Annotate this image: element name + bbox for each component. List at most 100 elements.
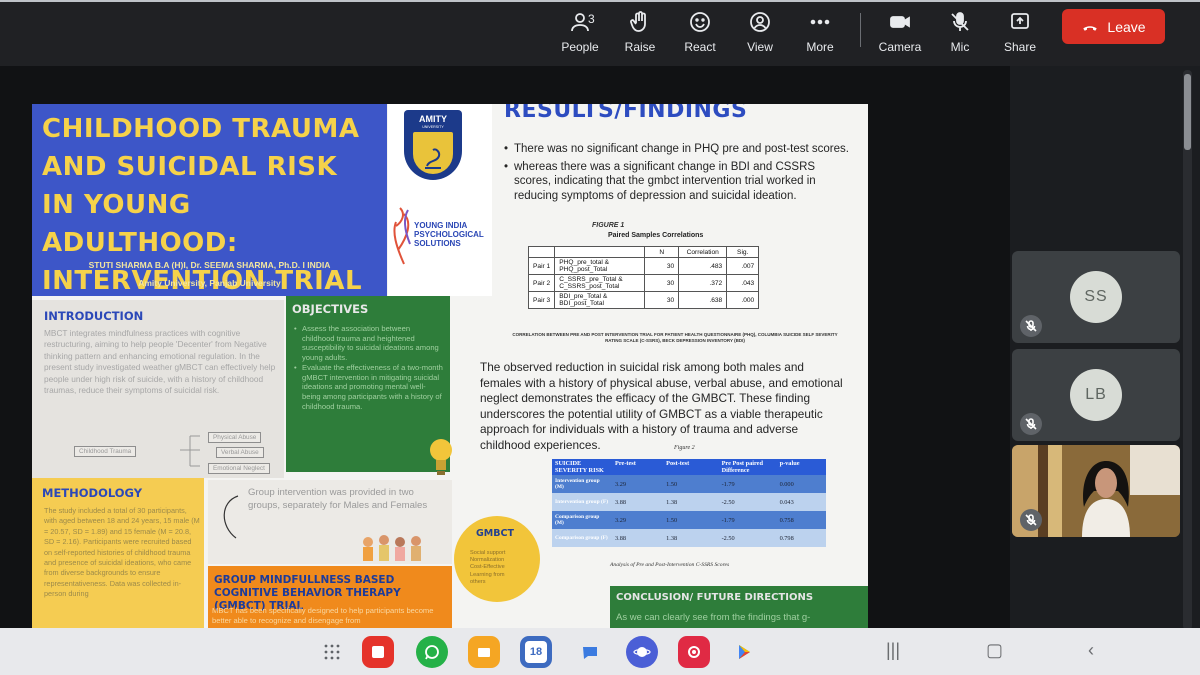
notes-icon (372, 646, 384, 658)
play-store-icon (739, 645, 750, 659)
app-drawer-button[interactable] (316, 636, 348, 668)
planet-icon (633, 647, 651, 657)
table-cell: 3.29 (612, 511, 664, 529)
table-header-row: N Correlation Sig. (527, 246, 760, 258)
view-icon (750, 12, 770, 32)
table-row: Intervention group (M) 3.29 1.50 -1.79 0… (552, 475, 826, 493)
scrollbar[interactable] (1183, 70, 1192, 630)
calendar-icon: 18 (525, 641, 547, 663)
people-button[interactable]: 3 People (550, 10, 610, 60)
table-header-cell (527, 246, 556, 258)
list-item: Learning from (470, 571, 505, 578)
figure2-note: Analysis of Pre and Post-Intervention C-… (610, 562, 730, 568)
taskbar-dock: 18 ||| ▢ ‹ (0, 628, 1200, 675)
view-button[interactable]: View (730, 10, 790, 60)
top-edge (0, 0, 1200, 2)
mic-off-icon (1025, 418, 1037, 430)
findings-paragraph: The observed reduction in suicidal risk … (480, 360, 843, 452)
table-header-cell: Pre-test (612, 459, 664, 475)
participant-tile[interactable]: SS (1012, 251, 1180, 343)
camera-button[interactable]: Camera (870, 10, 930, 60)
table-cell: .638 (678, 291, 728, 309)
participant-avatar: LB (1070, 369, 1122, 421)
results-bullet: whereas there was a significant change i… (504, 160, 849, 204)
shared-screen: CHILDHOOD TRAUMA AND SUICIDAL RISK IN YO… (0, 66, 1010, 628)
introduction-heading: INTRODUCTION (44, 309, 144, 323)
whatsapp-icon (425, 645, 439, 660)
table-row: Comparison group (F) 3.88 1.38 -2.50 0.7… (552, 529, 826, 547)
participant-video-tile[interactable] (1012, 445, 1180, 537)
raise-hand-button[interactable]: Raise (610, 10, 670, 60)
table-header-cell: SUICIDE SEVERITY RISK (552, 459, 612, 475)
table-header-row: SUICIDE SEVERITY RISK Pre-test Post-test… (552, 459, 826, 475)
react-label: React (684, 40, 716, 54)
poster-slide: CHILDHOOD TRAUMA AND SUICIDAL RISK IN YO… (32, 104, 868, 628)
group-people-illustration (363, 535, 421, 561)
mic-button[interactable]: Mic (930, 10, 990, 60)
camera-app[interactable] (678, 636, 710, 668)
list-item: Assess the association between childhood… (294, 324, 444, 363)
objectives-heading: OBJECTIVES (292, 302, 369, 316)
objectives-section: OBJECTIVES Assess the association betwee… (286, 296, 450, 472)
table-cell: -1.79 (718, 475, 777, 493)
curved-arrow-icon (223, 495, 239, 539)
table-header-cell: p-value (776, 459, 826, 475)
results-heading: RESULTS/FINDINGS (504, 104, 748, 123)
participant-tile[interactable]: LB (1012, 349, 1180, 441)
internet-app[interactable] (626, 636, 658, 668)
share-label: Share (1003, 40, 1037, 54)
poster-authors: STUTI SHARMA B.A (H)I, Dr. SEEMA SHARMA,… (88, 260, 331, 270)
more-button[interactable]: More (790, 10, 850, 60)
camera-lens-icon (688, 646, 700, 658)
group-intervention-box: Group intervention was provided in two g… (208, 480, 452, 564)
table-header-cell: Correlation (678, 246, 728, 258)
table-row: Intervention group (F) 3.88 1.38 -2.50 0… (552, 493, 826, 511)
conclusion-heading: CONCLUSION/ FUTURE DIRECTIONS (616, 592, 814, 603)
table-row: Pair 2 C_SSRS_pre_Total & C_SSRS_post_To… (527, 274, 760, 292)
table-cell: 1.38 (663, 529, 719, 547)
objectives-list: Assess the association between childhood… (294, 324, 444, 411)
camera-label: Camera (878, 40, 922, 54)
leave-button[interactable]: Leave (1062, 9, 1165, 44)
view-label: View (747, 40, 773, 54)
group-intervention-text: Group intervention was provided in two g… (248, 487, 428, 511)
leave-label: Leave (1107, 18, 1146, 35)
table-row: Comparison group (M) 3.29 1.50 -1.79 0.7… (552, 511, 826, 529)
chat-bubble-icon (583, 647, 597, 659)
recents-icon: ||| (886, 640, 901, 660)
files-app[interactable] (468, 636, 500, 668)
table-cell: Pair 2 (527, 274, 556, 292)
amity-logo-box: AMITY UNIVERSITY (388, 104, 492, 196)
mic-off-icon (1025, 320, 1037, 332)
share-button[interactable]: Share (990, 10, 1050, 60)
back-nav-button[interactable]: ‹ (1088, 640, 1094, 661)
table-header-cell: Sig. (726, 246, 760, 258)
table-cell: 0.000 (776, 475, 826, 493)
notes-app[interactable] (362, 636, 394, 668)
meeting-toolbar: 3 People Raise React View More Camera Mi… (0, 0, 1200, 66)
list-item: Cost-Effective (470, 564, 505, 571)
tree-root: Childhood Trauma (74, 446, 137, 457)
grid-icon (324, 644, 340, 660)
folder-icon (478, 648, 490, 657)
table-cell: -2.50 (718, 493, 777, 511)
scrollbar-thumb[interactable] (1184, 74, 1191, 150)
home-nav-button[interactable]: ▢ (986, 640, 1003, 661)
table-cell: -1.79 (718, 511, 777, 529)
gmbct-circle-list: Social support Normalization Cost-Effect… (470, 550, 530, 586)
yips-line-2: PSYCHOLOGICAL (414, 230, 484, 239)
messages-app[interactable] (574, 636, 606, 668)
whatsapp-app[interactable] (416, 636, 448, 668)
table-cell: Comparison group (F) (552, 529, 612, 547)
table-cell: Intervention group (F) (552, 493, 612, 511)
play-store-app[interactable] (728, 636, 760, 668)
gmbct-circle-heading: GMBCT (476, 528, 514, 539)
methodology-section: METHODOLOGY The study included a total o… (32, 478, 204, 628)
share-screen-icon (1011, 13, 1029, 29)
recents-nav-button[interactable]: ||| (886, 640, 900, 661)
tree-leaf: Physical Abuse (208, 432, 262, 443)
react-button[interactable]: React (670, 10, 730, 60)
tree-leaf: Emotional Neglect (208, 463, 270, 474)
toolbar-divider (860, 13, 861, 47)
calendar-app[interactable]: 18 (520, 636, 552, 668)
